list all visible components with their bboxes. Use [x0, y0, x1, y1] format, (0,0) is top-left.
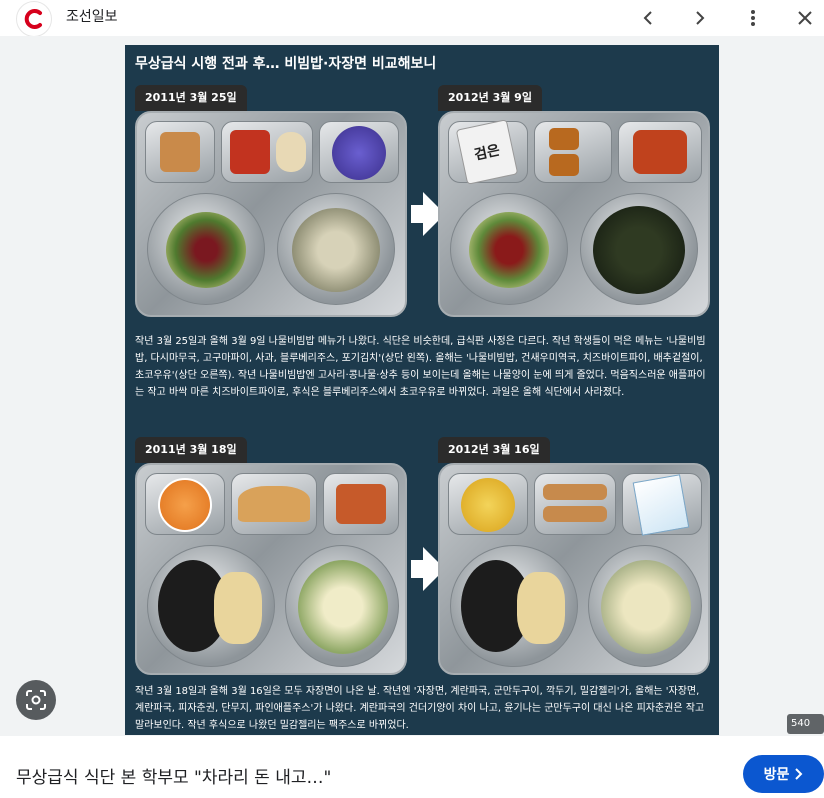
- tray-compartment: [145, 121, 215, 183]
- next-button[interactable]: [686, 4, 714, 32]
- seaweed-soup-bowl: [580, 193, 698, 305]
- tray-compartment: [534, 121, 612, 183]
- tray-compartment: [618, 121, 702, 183]
- blueberry-juice-cup: [332, 126, 386, 180]
- pizza-spring-roll: [543, 484, 607, 500]
- cheese-bite-pie: [549, 128, 579, 150]
- tray-compartment: [231, 473, 317, 535]
- news-figure-image[interactable]: 무상급식 시행 전과 후… 비빔밥·자장면 비교해보니 2011년 3월 25일…: [125, 45, 719, 735]
- image-size-badge: 540 ×: [787, 714, 824, 749]
- tray-compartment: [319, 121, 399, 183]
- apple-pie: [160, 132, 200, 172]
- meal-tray-2011-03-25: [135, 111, 407, 317]
- tangerine-jelly-cup: [158, 478, 212, 532]
- site-logo[interactable]: [16, 1, 52, 37]
- tray-compartment: [622, 473, 702, 536]
- caption-bibimbap-comparison: 작년 3월 25일과 올해 3월 9일 나물비빔밥 메뉴가 나왔다. 식단은 비…: [135, 336, 706, 398]
- lens-search-button[interactable]: [16, 680, 56, 720]
- date-tag-2012-03-09: 2012년 3월 9일: [438, 85, 542, 111]
- apple-slice: [276, 132, 306, 172]
- caption-jajangmyeon-comparison: 작년 3월 18일과 올해 3월 16일은 모두 자장면이 나온 날. 작년엔 …: [135, 686, 705, 731]
- figure-title: 무상급식 시행 전과 후… 비빔밥·자장면 비교해보니: [135, 56, 437, 72]
- meal-tray-2012-03-16: [438, 463, 710, 675]
- egg-soup-bowl: [588, 545, 702, 667]
- meal-tray-2012-03-09: 검은: [438, 111, 710, 317]
- visit-button[interactable]: 방문: [743, 755, 824, 793]
- tray-compartment: [323, 473, 399, 535]
- lens-search-icon: [26, 690, 46, 710]
- tray-compartment: [145, 473, 225, 535]
- bibimbap-bowl: [450, 193, 568, 305]
- pizza-spring-roll: [543, 506, 607, 522]
- pickled-radish: [461, 478, 515, 532]
- kkakdugi: [336, 484, 386, 524]
- tray-compartment: [534, 473, 616, 535]
- jajangmyeon-bowl: [450, 545, 578, 667]
- jajangmyeon-bowl: [147, 545, 275, 667]
- bottom-info-bar: 무상급식 식단 본 학부모 "차라리 돈 내고…" 방문: [0, 736, 824, 798]
- article-headline[interactable]: 무상급식 식단 본 학부모 "차라리 돈 내고…": [16, 763, 331, 788]
- site-name[interactable]: 조선일보: [66, 6, 118, 26]
- close-icon: [798, 11, 812, 25]
- tray-compartment: 검은: [448, 119, 528, 185]
- more-options-button[interactable]: [739, 4, 767, 32]
- visit-button-label: 방문: [763, 767, 790, 783]
- pineapple-juice-pack: [632, 474, 690, 536]
- soup-bowl: [277, 193, 395, 305]
- chevron-right-icon: [795, 768, 803, 780]
- cheese-bite-pie: [549, 154, 579, 176]
- chosun-logo-icon: [24, 9, 42, 29]
- previous-button[interactable]: [634, 4, 662, 32]
- fried-dumplings: [238, 486, 310, 522]
- bibimbap-bowl: [147, 193, 265, 305]
- date-tag-2011-03-25: 2011년 3월 25일: [135, 85, 247, 111]
- date-tag-2012-03-16: 2012년 3월 16일: [438, 437, 550, 463]
- chocolate-milk-carton: 검은: [455, 119, 519, 185]
- close-button[interactable]: [791, 4, 819, 32]
- chevron-left-icon: [643, 11, 652, 25]
- more-vert-icon: [751, 10, 755, 26]
- egg-soup-bowl: [285, 545, 399, 667]
- date-tag-2011-03-18: 2011년 3월 18일: [135, 437, 247, 463]
- meal-tray-2011-03-18: [135, 463, 407, 675]
- top-bar: 조선일보: [0, 0, 824, 37]
- cabbage-kimchi: [633, 130, 687, 174]
- tray-compartment: [448, 473, 528, 535]
- kimchi: [230, 130, 270, 174]
- chevron-right-icon: [696, 11, 705, 25]
- tray-compartment: [221, 121, 313, 183]
